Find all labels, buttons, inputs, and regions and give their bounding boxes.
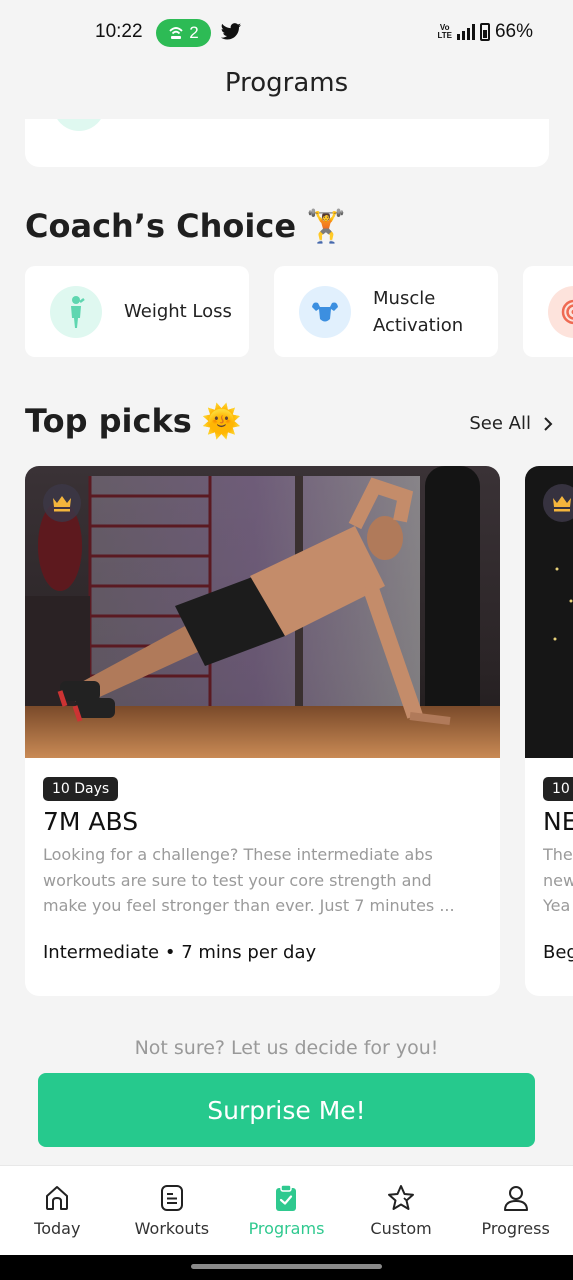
description-line: The xyxy=(543,845,573,864)
nav-programs[interactable]: Programs xyxy=(229,1166,344,1255)
nav-label: Custom xyxy=(370,1219,432,1238)
nav-label: Progress xyxy=(481,1219,550,1238)
nav-today[interactable]: Today xyxy=(0,1166,115,1255)
program-image xyxy=(525,466,573,758)
description-line: new xyxy=(543,870,573,890)
coach-choice-heading: Coach’s Choice xyxy=(25,207,297,245)
star-icon xyxy=(388,1185,415,1210)
weight-loss-icon xyxy=(50,285,102,338)
hotspot-icon xyxy=(169,27,183,39)
duration-badge: 10 Days xyxy=(43,777,119,801)
chevron-right-icon xyxy=(544,416,553,431)
coach-card-muscle-activation[interactable]: Muscle Activation xyxy=(274,266,498,357)
bottom-nav: Today Workouts Programs Custom Progress xyxy=(0,1165,573,1255)
coach-choice-list: Weight Loss Muscle Activation xyxy=(25,266,573,357)
surprise-me-button[interactable]: Surprise Me! xyxy=(38,1073,535,1147)
status-bar: 10:22 2 Vo LTE 66% xyxy=(0,0,573,66)
previous-card-icon xyxy=(53,119,105,131)
weightlifter-emoji-icon: 🏋️ xyxy=(306,207,346,245)
nav-label: Workouts xyxy=(134,1219,210,1238)
see-all-label: See All xyxy=(469,413,531,434)
nav-label: Today xyxy=(34,1219,81,1238)
home-gesture-handle[interactable] xyxy=(191,1264,382,1269)
volte-icon: Vo LTE xyxy=(437,23,452,40)
status-right: Vo LTE 66% xyxy=(437,21,533,43)
premium-crown-badge xyxy=(543,484,573,522)
clipboard-check-icon xyxy=(276,1184,297,1211)
top-picks-heading: Top picks xyxy=(25,402,192,440)
duration-badge: 10 Days xyxy=(543,777,573,801)
program-description: The new Yea xyxy=(543,842,573,919)
top-picks-list: 10 Days 7M ABS Looking for a challenge? … xyxy=(25,466,573,996)
hotspot-indicator: 2 xyxy=(156,19,211,47)
twitter-icon xyxy=(220,23,242,40)
target-icon xyxy=(548,285,573,338)
battery-icon xyxy=(479,23,490,41)
description-line: Yea xyxy=(543,896,571,915)
page-title: Programs xyxy=(224,68,349,98)
top-picks-title: Top picks 🌞 xyxy=(25,402,242,440)
program-card[interactable]: 10 Days 7M ABS Looking for a challenge? … xyxy=(25,466,500,996)
user-icon xyxy=(503,1186,528,1211)
program-card[interactable]: 10 Days NE The new Yea Beg xyxy=(525,466,573,996)
premium-crown-badge xyxy=(43,484,81,522)
program-description: Looking for a challenge? These intermedi… xyxy=(43,842,482,919)
muscle-icon xyxy=(299,285,351,338)
coach-card-weight-loss[interactable]: Weight Loss xyxy=(25,266,249,357)
decide-prompt: Not sure? Let us decide for you! xyxy=(134,1037,439,1059)
previous-section-card[interactable] xyxy=(25,119,549,167)
program-name: NE xyxy=(543,807,573,836)
program-image xyxy=(25,466,500,758)
coach-choice-title: Coach’s Choice 🏋️ xyxy=(25,207,346,245)
hotspot-count: 2 xyxy=(189,23,199,42)
status-time: 10:22 xyxy=(95,21,143,42)
program-name: 7M ABS xyxy=(43,807,139,836)
description-line: workouts are sure to test your core stre… xyxy=(43,870,432,890)
battery-level: 66% xyxy=(494,21,533,42)
description-line: make you feel stronger than ever. Just 7… xyxy=(43,896,455,915)
coach-card-label: Weight Loss xyxy=(124,301,232,322)
system-gesture-bar xyxy=(0,1255,573,1280)
nav-progress[interactable]: Progress xyxy=(458,1166,573,1255)
program-meta: Beg xyxy=(543,941,573,963)
sun-emoji-icon: 🌞 xyxy=(201,402,242,440)
see-all-link[interactable]: See All xyxy=(469,413,553,434)
home-icon xyxy=(46,1186,69,1210)
coach-card-label: Muscle Activation xyxy=(373,287,464,336)
description-line: Looking for a challenge? These intermedi… xyxy=(43,845,433,864)
nav-workouts[interactable]: Workouts xyxy=(115,1166,230,1255)
nav-custom[interactable]: Custom xyxy=(344,1166,459,1255)
program-meta: Intermediate • 7 mins per day xyxy=(43,941,317,963)
coach-card-target[interactable] xyxy=(523,266,573,357)
crown-icon xyxy=(53,496,71,512)
crown-icon xyxy=(553,496,571,512)
signal-icon xyxy=(456,24,475,40)
nav-label: Programs xyxy=(248,1219,325,1238)
document-icon xyxy=(160,1185,183,1211)
